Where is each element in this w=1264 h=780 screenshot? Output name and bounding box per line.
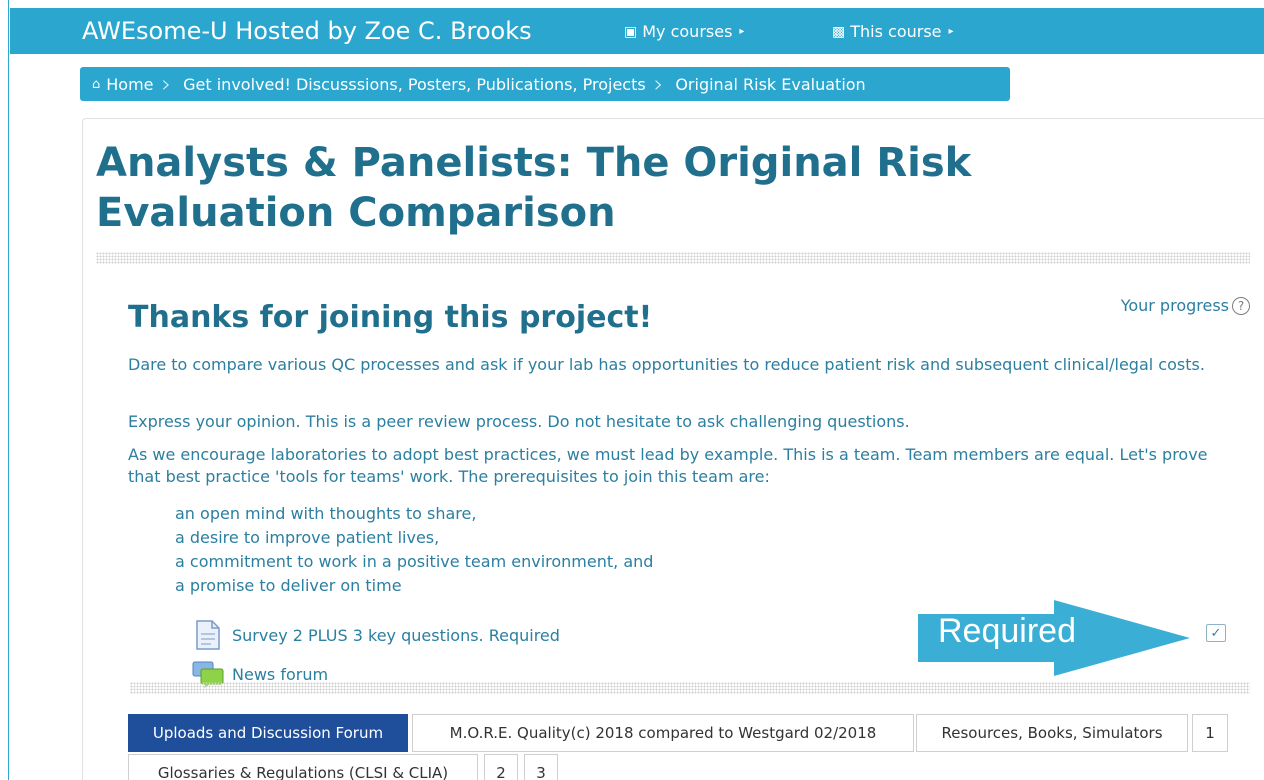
team-paragraph: As we encourage laboratories to adopt be…	[128, 445, 1208, 486]
section-divider	[96, 252, 1250, 264]
breadcrumb-separator: ›	[653, 70, 664, 98]
list-item: a promise to deliver on time	[175, 576, 402, 595]
this-course-menu[interactable]: ▩ This course ▸	[832, 22, 954, 41]
opinion-paragraph: Express your opinion. This is a peer rev…	[128, 412, 910, 431]
this-course-label: This course	[850, 22, 942, 41]
breadcrumb-home-label: Home	[106, 74, 154, 94]
required-annotation: Required	[938, 612, 1076, 650]
caret-right-icon: ▸	[739, 26, 745, 37]
left-border	[8, 0, 9, 780]
prerequisites-list: an open mind with thoughts to share, a d…	[175, 502, 653, 598]
progress-indicator: Your progress ?	[1121, 296, 1250, 315]
my-courses-menu[interactable]: ▣ My courses ▸	[624, 22, 744, 41]
activity-news-forum-label: News forum	[232, 664, 329, 684]
list-item: a commitment to work in a positive team …	[175, 552, 654, 571]
breadcrumb-get-involved[interactable]: Get involved! Discusssions, Posters, Pub…	[173, 75, 652, 94]
breadcrumb-current[interactable]: Original Risk Evaluation	[665, 75, 871, 94]
document-icon	[194, 620, 222, 650]
briefcase-icon: ▣	[624, 23, 638, 40]
book-icon: ▩	[832, 23, 846, 40]
section-title: Thanks for joining this project!	[128, 300, 653, 335]
intro-paragraph: Dare to compare various QC processes and…	[128, 355, 1205, 374]
section-divider	[130, 682, 1250, 694]
tab-page-3[interactable]: 3	[524, 754, 558, 780]
tab-page-2[interactable]: 2	[484, 754, 518, 780]
tab-glossaries[interactable]: Glossaries & Regulations (CLSI & CLIA)	[128, 754, 478, 780]
breadcrumb: ⌂ Home › Get involved! Discusssions, Pos…	[80, 67, 1010, 101]
site-brand[interactable]: AWEsome-U Hosted by Zoe C. Brooks	[82, 17, 532, 45]
activity-survey-label: Survey 2 PLUS 3 key questions. Required	[232, 625, 560, 645]
breadcrumb-separator: ›	[161, 70, 172, 98]
tab-page-1[interactable]: 1	[1192, 714, 1228, 752]
page-title: Analysts & Panelists: The Original Risk …	[96, 140, 972, 236]
caret-right-icon: ▸	[948, 26, 954, 37]
tab-uploads-discussion[interactable]: Uploads and Discussion Forum	[128, 714, 408, 752]
progress-label: Your progress	[1120, 296, 1229, 315]
completion-checkbox[interactable]: ✓	[1206, 624, 1226, 642]
my-courses-label: My courses	[642, 22, 733, 41]
tab-more-quality[interactable]: M.O.R.E. Quality(c) 2018 compared to Wes…	[412, 714, 914, 752]
help-icon[interactable]: ?	[1232, 296, 1250, 315]
list-item: an open mind with thoughts to share,	[175, 504, 477, 523]
activity-survey[interactable]: Survey 2 PLUS 3 key questions. Required	[194, 620, 560, 650]
tab-resources[interactable]: Resources, Books, Simulators	[916, 714, 1188, 752]
list-item: a desire to improve patient lives,	[175, 528, 440, 547]
breadcrumb-home[interactable]: ⌂ Home	[80, 75, 160, 94]
home-icon: ⌂	[92, 76, 101, 92]
top-navbar: AWEsome-U Hosted by Zoe C. Brooks ▣ My c…	[10, 8, 1264, 54]
